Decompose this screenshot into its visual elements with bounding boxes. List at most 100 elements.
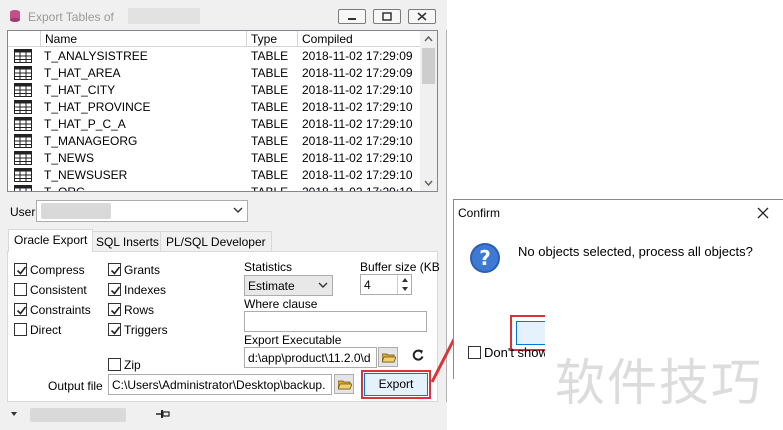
row-type: TABLE	[251, 185, 289, 192]
table-row[interactable]: T_NEWSUSER TABLE 2018-11-02 17:29:10	[8, 167, 421, 184]
minimize-icon	[348, 18, 356, 20]
row-compiled: 2018-11-02 17:29:10	[302, 83, 413, 97]
consistent-checkbox-box[interactable]	[14, 283, 27, 296]
row-compiled: 2018-11-02 17:29:10	[302, 100, 413, 114]
row-name: T_HAT_P_C_A	[44, 117, 126, 131]
list-rows: T_ANALYSISTREE TABLE 2018-11-02 17:29:09 T_…	[8, 48, 421, 192]
user-label: User	[10, 205, 36, 219]
where-clause-label: Where clause	[244, 297, 318, 311]
output-file-input[interactable]: C:\Users\Administrator\Desktop\backup.	[108, 374, 332, 395]
row-compiled: 2018-11-02 17:29:10	[302, 185, 413, 192]
refresh-icon[interactable]	[411, 348, 425, 362]
vertical-scrollbar[interactable]	[420, 31, 437, 191]
table-icon	[14, 66, 32, 80]
grants-checkbox-box[interactable]	[108, 263, 121, 276]
row-type: TABLE	[251, 168, 289, 182]
output-file-value: C:\Users\Administrator\Desktop\backup.	[112, 378, 326, 392]
export-executable-value: d:\app\product\11.2.0\d	[248, 351, 371, 365]
checkmark-icon	[110, 266, 121, 275]
checkmark-icon	[110, 306, 121, 315]
tab-plsql-developer[interactable]: PL/SQL Developer	[160, 231, 272, 252]
dialog-title-bar: Confirm	[454, 200, 783, 226]
close-icon[interactable]	[756, 206, 770, 220]
row-type: TABLE	[251, 83, 289, 97]
svg-text:?: ?	[479, 246, 491, 270]
row-type: TABLE	[251, 117, 289, 131]
header-type[interactable]: Type	[247, 31, 298, 47]
maximize-button[interactable]	[373, 9, 401, 24]
table-row[interactable]: T_HAT_P_C_A TABLE 2018-11-02 17:29:10	[8, 116, 421, 133]
close-button[interactable]	[408, 9, 436, 24]
table-row[interactable]: T_HAT_PROVINCE TABLE 2018-11-02 17:29:10	[8, 99, 421, 116]
browse-executable-button[interactable]	[378, 347, 398, 367]
rows-checkbox-box[interactable]	[108, 303, 121, 316]
spinner-arrows-icon	[402, 278, 408, 291]
row-compiled: 2018-11-02 17:29:10	[302, 134, 413, 148]
indexes-checkbox-box[interactable]	[108, 283, 121, 296]
table-icon	[14, 83, 32, 97]
export-executable-label: Export Executable	[244, 333, 342, 347]
scroll-down-icon[interactable]	[420, 174, 437, 191]
tab-oracle-export[interactable]: Oracle Export	[8, 229, 94, 252]
browse-output-button[interactable]	[334, 374, 354, 394]
user-select[interactable]	[36, 200, 248, 222]
row-name: T_MANAGEORG	[44, 134, 138, 148]
object-list[interactable]: Name Type Compiled T_ANALYSISTREE TABLE 20…	[7, 30, 438, 192]
chevron-down-icon	[233, 207, 243, 213]
row-name: T_HAT_AREA	[44, 66, 121, 80]
row-name: T_ORG	[44, 185, 86, 192]
export-button[interactable]: Export	[361, 370, 431, 399]
maximize-icon	[382, 12, 392, 21]
compress-checkbox-box[interactable]	[14, 263, 27, 276]
scroll-thumb[interactable]	[422, 48, 435, 84]
checkmark-icon	[110, 286, 121, 295]
table-row[interactable]: T_MANAGEORG TABLE 2018-11-02 17:29:10	[8, 133, 421, 150]
header-compiled[interactable]: Compiled	[298, 31, 421, 47]
table-row[interactable]: T_ANALYSISTREE TABLE 2018-11-02 17:29:09	[8, 48, 421, 65]
question-icon: ?	[470, 243, 500, 273]
tab-sql-inserts[interactable]: SQL Inserts	[90, 231, 165, 252]
statistics-value: Estimate	[248, 279, 295, 293]
user-redacted	[41, 203, 111, 219]
title-bar: Export Tables of	[0, 0, 447, 30]
status-bar	[0, 402, 447, 430]
pin-icon[interactable]	[155, 408, 171, 420]
caret-down-icon[interactable]	[10, 410, 18, 418]
watermark: 软件技巧	[545, 313, 783, 430]
constraints-checkbox-box[interactable]	[14, 303, 27, 316]
checkmark-icon	[16, 306, 27, 315]
output-file-label: Output file	[48, 379, 103, 393]
statistics-label: Statistics	[244, 260, 293, 274]
row-name: T_ANALYSISTREE	[44, 49, 148, 63]
table-row[interactable]: T_NEWS TABLE 2018-11-02 17:29:10	[8, 150, 421, 167]
table-row[interactable]: T_HAT_AREA TABLE 2018-11-02 17:29:09	[8, 65, 421, 82]
row-type: TABLE	[251, 100, 289, 114]
row-name: T_NEWSUSER	[44, 168, 128, 182]
triggers-checkbox-box[interactable]	[108, 323, 121, 336]
buffer-size-label: Buffer size (KB	[360, 260, 440, 274]
title-redacted	[128, 8, 200, 24]
status-redacted	[30, 408, 126, 422]
watermark-text: 软件技巧	[555, 354, 763, 412]
folder-open-icon	[338, 380, 352, 390]
folder-open-icon	[382, 353, 396, 363]
scroll-up-icon[interactable]	[420, 31, 437, 48]
row-type: TABLE	[251, 49, 289, 63]
row-type: TABLE	[251, 66, 289, 80]
header-icon-col	[8, 31, 41, 47]
table-icon	[14, 168, 32, 182]
buffer-size-spinner[interactable]	[397, 275, 411, 294]
row-compiled: 2018-11-02 17:29:09	[302, 49, 413, 63]
direct-checkbox-box[interactable]	[14, 323, 27, 336]
table-row[interactable]: T_HAT_CITY TABLE 2018-11-02 17:29:10	[8, 82, 421, 99]
row-compiled: 2018-11-02 17:29:10	[302, 117, 413, 131]
header-name[interactable]: Name	[41, 31, 247, 47]
dialog-message: No objects selected, process all objects…	[518, 244, 753, 259]
export-executable-input[interactable]: d:\app\product\11.2.0\d	[244, 347, 377, 368]
zip-checkbox-box[interactable]	[108, 358, 121, 371]
minimize-button[interactable]	[338, 9, 366, 24]
where-clause-input[interactable]	[244, 311, 427, 332]
table-row[interactable]: T_ORG TABLE 2018-11-02 17:29:10	[8, 184, 421, 192]
statistics-select[interactable]: Estimate	[244, 275, 333, 296]
dont-show-checkbox-box[interactable]	[468, 346, 481, 359]
